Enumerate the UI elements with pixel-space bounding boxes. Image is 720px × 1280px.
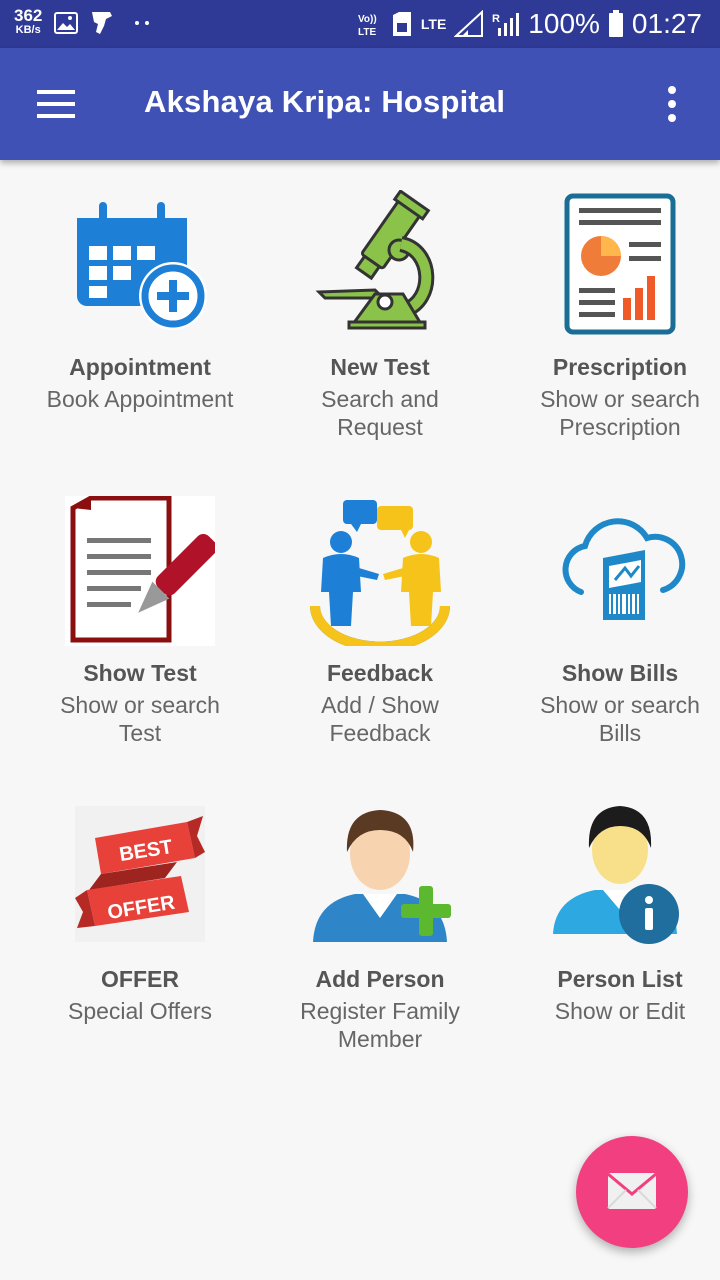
menu-button[interactable] [30, 82, 80, 126]
tile-feedback[interactable]: Feedback Add / Show Feedback [260, 496, 500, 747]
person-info-icon [553, 806, 679, 944]
tile-appointment[interactable]: Appointment Book Appointment [20, 190, 260, 413]
network-type: LTE [420, 16, 447, 32]
tile-description: Show or search Bills [540, 692, 700, 746]
tile-title: Prescription [552, 354, 688, 380]
network-speed-unit: KB/s [15, 24, 41, 36]
tile-title: OFFER [101, 966, 179, 992]
tile-description: Add / Show Feedback [321, 692, 439, 746]
tile-description: Show or search Test [60, 692, 220, 746]
sim-icon [392, 12, 411, 36]
tile-title: Show Bills [561, 660, 679, 686]
tile-title: Feedback [326, 660, 434, 686]
tile-title: New Test [330, 354, 430, 380]
tile-description: Book Appointment [46, 386, 234, 412]
microscope-icon [315, 190, 435, 330]
cloud-bill-icon [562, 518, 686, 620]
more-vertical-icon [668, 86, 676, 122]
network-speed-value: 362 [14, 6, 43, 25]
app-notification-icon [92, 12, 112, 34]
tile-title: Show Test [83, 660, 197, 686]
app-bar: Akshaya Kripa: Hospital [0, 48, 720, 160]
overflow-menu-button[interactable] [652, 82, 692, 126]
tile-title: Person List [557, 966, 683, 992]
tile-description: Search and Request [321, 386, 439, 440]
signal-icon [454, 10, 484, 37]
page-title: Akshaya Kripa: Hospital [144, 84, 506, 119]
svg-text:R: R [492, 13, 500, 25]
tile-title: Appointment [69, 354, 211, 380]
status-bar: 362 KB/s Vo)) LTE LTE R 100% 01:27 [0, 0, 720, 48]
svg-text:Vo)): Vo)) [358, 14, 377, 25]
tile-title: Add Person [315, 966, 445, 992]
mail-icon [607, 1172, 657, 1209]
tile-new-test[interactable]: New Test Search and Request [260, 190, 500, 441]
battery-percent: 100% [528, 8, 600, 39]
calendar-add-icon [77, 202, 207, 330]
battery-icon [608, 10, 623, 37]
svg-text:LTE: LTE [358, 27, 376, 37]
hamburger-menu-icon [37, 90, 75, 118]
tile-add-person[interactable]: Add Person Register Family Member [260, 802, 500, 1053]
status-right: Vo)) LTE LTE R 100% 01:27 [357, 6, 702, 42]
report-chart-icon [564, 193, 676, 335]
compose-mail-button[interactable] [576, 1136, 688, 1248]
tile-description: Special Offers [67, 998, 213, 1024]
tile-prescription[interactable]: Prescription Show or search Prescription [500, 190, 720, 441]
tile-offer[interactable]: BEST OFFER OFFER Special Offers [20, 802, 260, 1025]
document-pen-icon [65, 496, 215, 646]
more-notifications-icon [135, 21, 149, 25]
tile-description: Show or search Prescription [540, 386, 700, 440]
roaming-signal-icon: R [492, 13, 520, 36]
tile-show-bills[interactable]: Show Bills Show or search Bills [500, 496, 720, 747]
tile-description: Show or Edit [554, 998, 686, 1024]
clock: 01:27 [631, 8, 702, 39]
tile-description: Register Family Member [300, 998, 460, 1052]
volte-icon: Vo)) LTE [358, 14, 377, 37]
best-offer-ribbon-icon: BEST OFFER [75, 806, 205, 942]
tile-show-test[interactable]: Show Test Show or search Test [20, 496, 260, 747]
gallery-icon [54, 12, 78, 34]
people-chat-icon [310, 500, 450, 646]
tile-person-list[interactable]: Person List Show or Edit [500, 802, 720, 1025]
network-speed: 362 KB/s [14, 6, 43, 36]
add-person-icon [313, 810, 451, 942]
